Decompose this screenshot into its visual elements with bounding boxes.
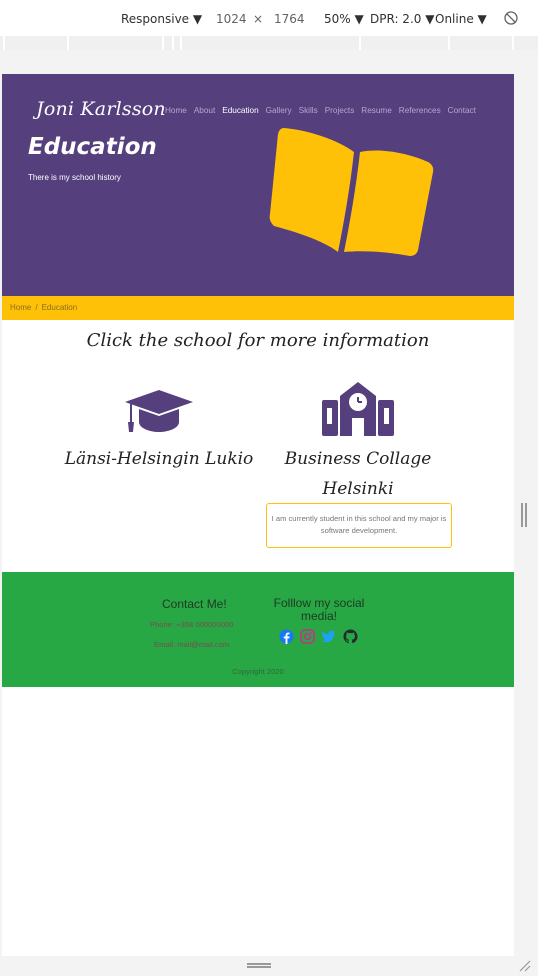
school-building-icon: [322, 382, 394, 436]
page-title: Education: [28, 134, 157, 160]
nav-projects[interactable]: Projects: [325, 106, 355, 115]
bottom-resize-handle[interactable]: [247, 963, 271, 968]
nav-skills[interactable]: Skills: [299, 106, 318, 115]
device-select[interactable]: Responsive ▼: [121, 12, 202, 26]
twitter-icon[interactable]: [321, 629, 336, 644]
page-subtitle: There is my school history: [28, 173, 121, 182]
devtools-toolbar: Responsive ▼ 1024 × 1764 50% ▼ DPR: 2.0 …: [0, 0, 538, 37]
section-title: Click the school for more information: [86, 330, 430, 351]
breadcrumb-separator: /: [35, 303, 38, 312]
nav-gallery[interactable]: Gallery: [266, 106, 292, 115]
nav-contact[interactable]: Contact: [448, 106, 476, 115]
book-icon: [269, 128, 434, 256]
school-info-popover: I am currently student in this school an…: [266, 503, 452, 548]
brand-logo[interactable]: Joni Karlsson: [36, 98, 166, 120]
email-text: Email: mail@mail.com: [154, 640, 230, 649]
nav-about[interactable]: About: [194, 106, 215, 115]
breadcrumb-current: Education: [41, 303, 78, 312]
breadcrumb: Home / Education: [2, 296, 514, 320]
hero-header: Joni Karlsson Home About Education Gallery S…: [2, 74, 514, 296]
nav-home[interactable]: Home: [165, 106, 187, 115]
nav-references[interactable]: References: [399, 106, 441, 115]
times-sign: ×: [253, 12, 264, 26]
breadcrumb-home[interactable]: Home: [10, 303, 31, 312]
nav-education[interactable]: Education: [222, 106, 258, 115]
rotate-icon[interactable]: [504, 11, 518, 25]
facebook-icon[interactable]: [279, 629, 294, 644]
school-card-business-collage[interactable]: Business Collage Helsinki: [248, 380, 468, 504]
right-resize-handle[interactable]: [521, 503, 527, 527]
network-select[interactable]: Online ▼: [435, 12, 487, 26]
dpr-select[interactable]: DPR: 2.0 ▼: [370, 12, 434, 26]
school-name[interactable]: Business Collage Helsinki: [248, 444, 468, 504]
nav-resume[interactable]: Resume: [361, 106, 392, 115]
school-name[interactable]: Länsi-Helsingin Lukio: [49, 444, 269, 474]
phone-text: Phone: +358 000000000: [150, 620, 234, 629]
github-icon[interactable]: [343, 629, 358, 644]
graduation-cap-icon: [125, 390, 193, 432]
zoom-select[interactable]: 50% ▼: [324, 12, 364, 26]
corner-resize-icon[interactable]: [516, 958, 532, 972]
width-input[interactable]: 1024: [216, 12, 247, 26]
contact-title: Contact Me!: [162, 597, 227, 611]
media-query-ruler[interactable]: [0, 36, 538, 50]
height-input[interactable]: 1764: [274, 12, 305, 26]
instagram-icon[interactable]: [300, 629, 315, 644]
page-viewport: Joni Karlsson Home About Education Gallery S…: [2, 74, 514, 956]
social-title: Folllow my social media!: [273, 596, 365, 623]
copyright-text: Copyright 2020: [232, 667, 284, 676]
school-card-lansi-helsingin[interactable]: Länsi-Helsingin Lukio: [49, 388, 269, 474]
footer: Contact Me! Phone: +358 000000000 Email:…: [2, 572, 514, 687]
main-nav: Home About Education Gallery Skills Projects R…: [165, 106, 483, 115]
